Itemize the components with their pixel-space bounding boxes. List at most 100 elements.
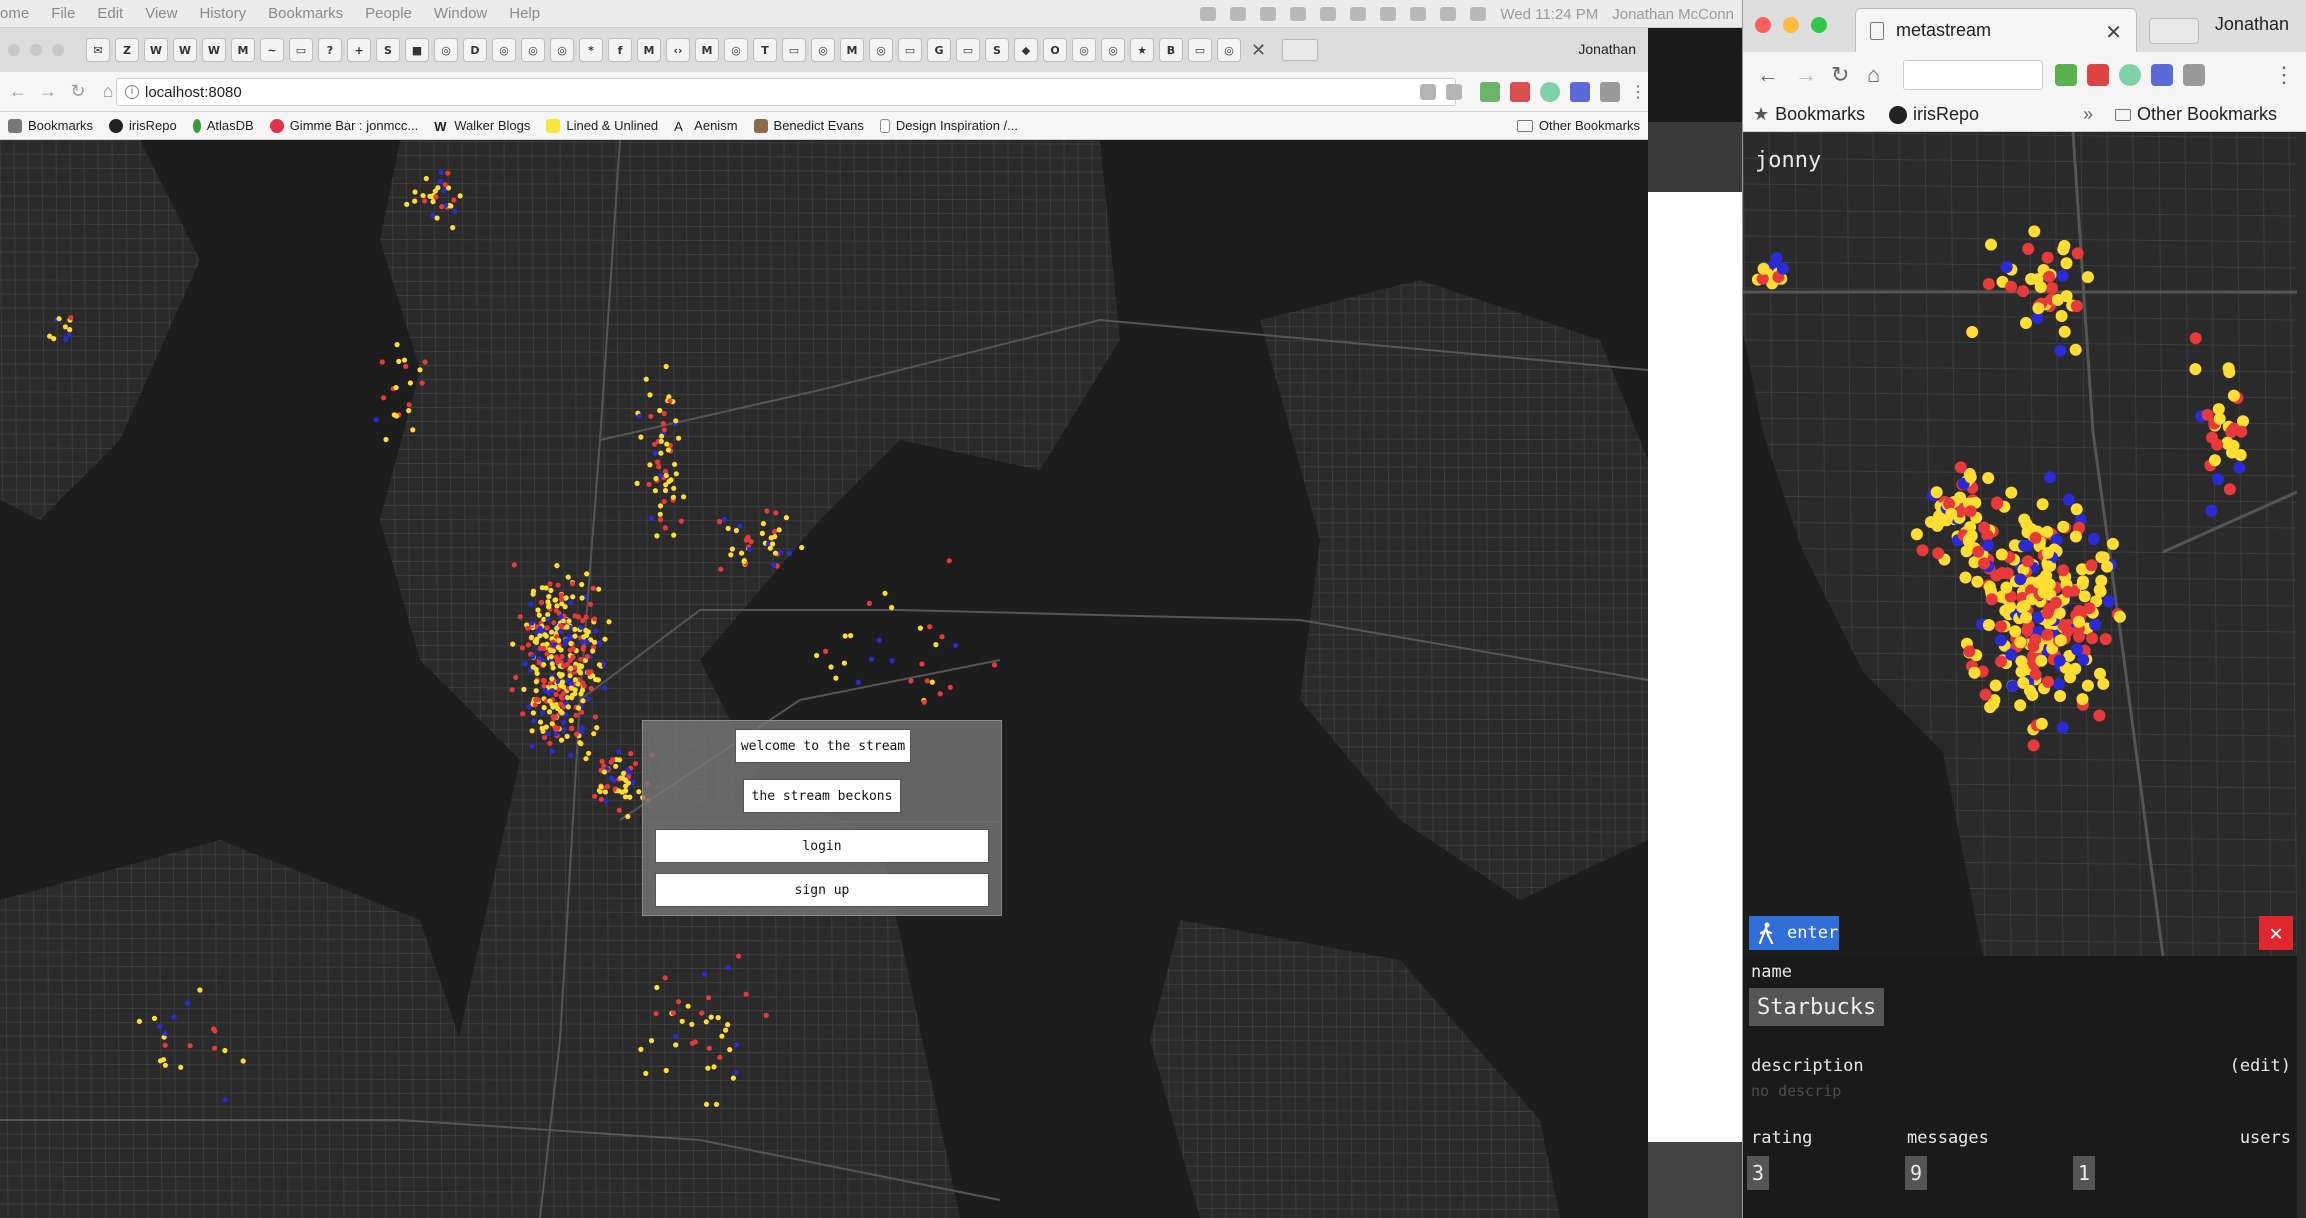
location-marker[interactable] — [584, 571, 590, 577]
location-marker[interactable] — [706, 1045, 712, 1051]
location-marker[interactable] — [638, 1046, 644, 1052]
location-marker[interactable] — [1979, 688, 1992, 701]
location-marker[interactable] — [565, 574, 571, 580]
pinned-tab[interactable]: ▭ — [898, 38, 922, 62]
menu-help[interactable]: Help — [509, 5, 540, 22]
location-marker[interactable] — [549, 748, 555, 754]
minimize-window-button[interactable] — [1783, 17, 1799, 33]
location-marker[interactable] — [741, 558, 747, 564]
pinned-tab[interactable]: T — [753, 38, 777, 62]
location-marker[interactable] — [739, 550, 745, 556]
pinned-tab[interactable]: ◆ — [1014, 38, 1038, 62]
location-marker[interactable] — [2053, 654, 2066, 667]
location-marker[interactable] — [66, 332, 72, 338]
location-marker[interactable] — [570, 654, 576, 660]
location-marker[interactable] — [569, 581, 576, 587]
location-marker[interactable] — [579, 687, 586, 693]
menubar-user[interactable]: Jonathan McConn — [1612, 6, 1734, 23]
location-marker[interactable] — [2205, 504, 2218, 517]
pinned-tab[interactable]: ? — [318, 38, 342, 62]
bookmark-item[interactable]: Bookmarks — [8, 118, 93, 133]
location-marker[interactable] — [577, 740, 583, 746]
location-marker[interactable] — [2035, 717, 2048, 730]
location-marker[interactable] — [654, 984, 660, 991]
forward-icon[interactable]: → — [36, 80, 60, 104]
location-marker[interactable] — [406, 408, 412, 414]
location-marker[interactable] — [2070, 503, 2083, 516]
location-marker[interactable] — [568, 600, 574, 606]
location-marker[interactable] — [222, 1097, 228, 1103]
location-marker[interactable] — [575, 705, 582, 711]
location-marker[interactable] — [545, 616, 551, 622]
location-marker[interactable] — [568, 752, 574, 758]
location-marker[interactable] — [1931, 519, 1944, 532]
location-marker[interactable] — [773, 510, 779, 516]
location-marker[interactable] — [412, 198, 418, 204]
location-marker[interactable] — [2049, 596, 2062, 609]
location-marker[interactable] — [547, 740, 553, 746]
location-marker[interactable] — [2093, 709, 2106, 722]
location-marker[interactable] — [725, 525, 731, 531]
pinned-tab[interactable]: ◎ — [724, 38, 748, 62]
location-marker[interactable] — [550, 642, 557, 648]
location-marker[interactable] — [535, 607, 541, 613]
location-marker[interactable] — [602, 789, 609, 795]
location-marker[interactable] — [729, 546, 736, 552]
location-marker[interactable] — [747, 546, 753, 552]
location-marker[interactable] — [1978, 557, 1991, 570]
location-marker[interactable] — [717, 1054, 723, 1060]
location-marker[interactable] — [547, 581, 553, 587]
location-marker[interactable] — [919, 661, 925, 667]
pinned-tab[interactable]: B — [1159, 38, 1183, 62]
location-marker[interactable] — [528, 601, 534, 607]
location-marker[interactable] — [1978, 521, 1991, 534]
location-marker[interactable] — [401, 357, 408, 363]
location-marker[interactable] — [558, 614, 564, 620]
location-marker[interactable] — [530, 654, 536, 660]
location-marker[interactable] — [799, 544, 805, 551]
location-marker[interactable] — [2233, 461, 2246, 474]
location-marker[interactable] — [559, 710, 565, 716]
location-marker[interactable] — [1982, 278, 1995, 290]
location-marker[interactable] — [585, 696, 592, 702]
location-marker[interactable] — [671, 532, 677, 538]
close-window-button[interactable] — [8, 44, 20, 56]
bookmark-item[interactable]: irisRepo — [1889, 104, 1979, 125]
cloud-icon[interactable] — [1200, 7, 1217, 21]
location-marker[interactable] — [558, 701, 564, 707]
location-marker[interactable] — [2063, 493, 2075, 506]
location-marker[interactable] — [1968, 666, 1981, 679]
location-marker[interactable] — [590, 648, 596, 654]
back-icon[interactable]: ← — [1757, 62, 1779, 88]
location-marker[interactable] — [628, 751, 634, 757]
location-marker[interactable] — [584, 639, 590, 645]
location-marker[interactable] — [536, 660, 542, 666]
location-marker[interactable] — [608, 759, 614, 765]
address-bar[interactable]: i localhost:8080 — [116, 78, 1456, 106]
scrollbar[interactable] — [2297, 132, 2306, 1218]
pinned-tab[interactable]: ~ — [260, 38, 284, 62]
location-marker[interactable] — [577, 656, 584, 662]
location-marker[interactable] — [664, 441, 670, 447]
location-marker[interactable] — [541, 705, 547, 711]
location-marker[interactable] — [509, 687, 515, 693]
location-marker[interactable] — [658, 450, 664, 456]
location-marker[interactable] — [603, 798, 609, 804]
pinned-tab[interactable]: S — [376, 38, 400, 62]
location-marker[interactable] — [561, 690, 567, 697]
location-marker[interactable] — [924, 678, 930, 684]
pinned-tab[interactable]: + — [347, 38, 371, 62]
location-marker[interactable] — [772, 550, 779, 556]
location-marker[interactable] — [689, 1021, 695, 1027]
location-marker[interactable] — [730, 1075, 737, 1081]
location-marker[interactable] — [681, 494, 687, 500]
pinned-tab[interactable]: ▭ — [289, 38, 313, 62]
bookmark-item[interactable]: ★ Bookmarks — [1753, 104, 1865, 125]
location-marker[interactable] — [2041, 607, 2054, 620]
location-marker[interactable] — [671, 485, 677, 491]
location-marker[interactable] — [743, 537, 749, 543]
location-marker[interactable] — [721, 516, 727, 522]
location-marker[interactable] — [1985, 593, 1998, 606]
bookmark-item[interactable]: Design Inspiration /... — [879, 118, 1018, 133]
location-marker[interactable] — [537, 625, 543, 631]
